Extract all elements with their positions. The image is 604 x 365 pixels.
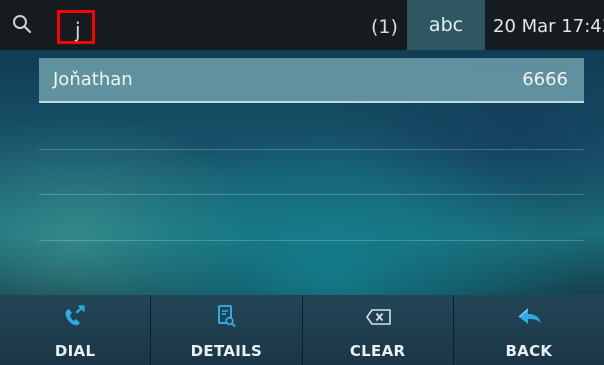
- date-time: 20 Mar 17:43: [493, 16, 604, 37]
- back-button[interactable]: BACK: [453, 295, 604, 365]
- contact-number: 6666: [522, 69, 568, 90]
- dial-label: DIAL: [54, 342, 96, 360]
- row-divider: [39, 194, 584, 195]
- dial-button[interactable]: DIAL: [0, 295, 152, 365]
- row-divider: [39, 240, 584, 241]
- search-bar: j (1) abc 20 Mar 17:43: [0, 0, 604, 50]
- search-results: Joňathan 6666: [0, 50, 604, 295]
- details-label: DETAILS: [190, 342, 263, 360]
- details-icon: [218, 305, 236, 327]
- search-icon[interactable]: [11, 13, 33, 35]
- search-input[interactable]: j: [57, 10, 95, 44]
- softkey-bar: DIAL DETAILS CLEAR BACK: [0, 295, 604, 365]
- search-query-text: j: [75, 18, 81, 42]
- row-divider: [39, 149, 584, 150]
- result-count: (1): [371, 16, 398, 38]
- back-arrow-icon: [518, 308, 541, 324]
- details-button[interactable]: DETAILS: [151, 295, 303, 365]
- backspace-icon: [365, 309, 391, 325]
- phone-screen: j (1) abc 20 Mar 17:43 Joňathan 6666 DIA…: [0, 0, 604, 365]
- contact-name: Joňathan: [53, 69, 133, 90]
- clear-label: CLEAR: [349, 342, 406, 360]
- list-item[interactable]: Joňathan 6666: [39, 58, 584, 103]
- input-mode-indicator[interactable]: abc: [407, 0, 485, 50]
- back-label: BACK: [505, 342, 553, 360]
- clear-button[interactable]: CLEAR: [302, 295, 454, 365]
- phone-dial-icon: [65, 305, 85, 326]
